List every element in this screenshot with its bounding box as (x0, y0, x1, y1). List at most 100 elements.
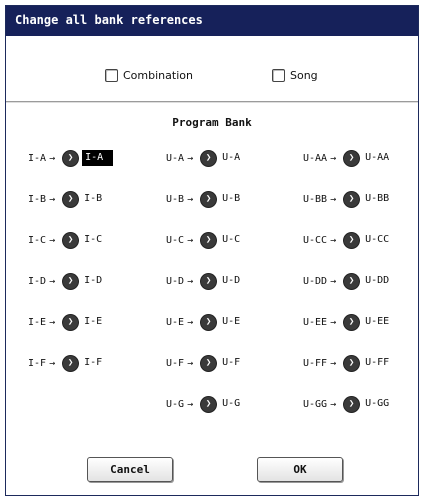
destination-bank-select[interactable]: I-E (82, 314, 104, 330)
source-bank-label: U-D (166, 275, 185, 287)
destination-bank-select[interactable]: U-GG (363, 396, 391, 412)
arrow-right-icon: → (49, 234, 56, 246)
source-bank-label: I-F (28, 357, 47, 369)
bank-mapping-row: U-A → ❯ U-A (166, 149, 242, 167)
chevron-right-icon[interactable]: ❯ (344, 232, 360, 248)
destination-bank-select[interactable]: I-D (82, 273, 104, 289)
chevron-right-icon[interactable]: ❯ (201, 314, 217, 330)
options-row: Combination Song (6, 66, 418, 84)
chevron-right-icon[interactable]: ❯ (201, 150, 217, 166)
source-bank-label: U-BB (303, 193, 328, 205)
bank-mapping-row: U-DD → ❯ U-DD (303, 272, 391, 290)
bank-mapping-row: U-G → ❯ U-G (166, 395, 242, 413)
combination-checkbox-box[interactable] (105, 68, 118, 82)
combination-label: Combination (123, 68, 193, 82)
arrow-right-icon: → (330, 152, 337, 164)
arrow-right-icon: → (330, 234, 337, 246)
source-bank-label: U-EE (303, 316, 328, 328)
destination-bank-select[interactable]: I-F (82, 355, 104, 371)
destination-bank-select[interactable]: U-E (220, 314, 242, 330)
bank-mapping-row: U-E → ❯ U-E (166, 313, 242, 331)
destination-bank-select[interactable]: I-B (82, 191, 104, 207)
bank-mapping-row: U-D → ❯ U-D (166, 272, 242, 290)
bank-mapping-row: U-FF → ❯ U-FF (303, 354, 391, 372)
chevron-right-icon[interactable]: ❯ (63, 191, 79, 207)
dialog-title: Change all bank references (6, 6, 418, 36)
chevron-right-icon[interactable]: ❯ (344, 150, 360, 166)
combination-checkbox[interactable]: Combination (105, 66, 193, 84)
destination-bank-select[interactable]: U-FF (363, 355, 391, 371)
source-bank-label: U-G (166, 398, 185, 410)
source-bank-label: I-E (28, 316, 47, 328)
arrow-right-icon: → (49, 275, 56, 287)
arrow-right-icon: → (330, 316, 337, 328)
source-bank-label: I-C (28, 234, 47, 246)
chevron-right-icon[interactable]: ❯ (344, 355, 360, 371)
arrow-right-icon: → (187, 234, 194, 246)
chevron-right-icon[interactable]: ❯ (201, 273, 217, 289)
arrow-right-icon: → (330, 357, 337, 369)
destination-bank-select[interactable]: U-D (220, 273, 242, 289)
arrow-right-icon: → (49, 316, 56, 328)
chevron-right-icon[interactable]: ❯ (201, 355, 217, 371)
source-bank-label: U-FF (303, 357, 328, 369)
chevron-right-icon[interactable]: ❯ (201, 191, 217, 207)
ok-button[interactable]: OK (257, 457, 343, 482)
destination-bank-select[interactable]: I-A (82, 150, 114, 166)
cancel-button[interactable]: Cancel (87, 457, 173, 482)
arrow-right-icon: → (330, 398, 337, 410)
source-bank-label: U-F (166, 357, 185, 369)
song-checkbox-box[interactable] (272, 68, 285, 82)
bank-mapping-row: I-B → ❯ I-B (28, 190, 104, 208)
destination-bank-select[interactable]: U-DD (363, 273, 391, 289)
destination-bank-select[interactable]: U-G (220, 396, 242, 412)
chevron-right-icon[interactable]: ❯ (63, 150, 79, 166)
source-bank-label: U-CC (303, 234, 328, 246)
bank-mapping-row: I-A → ❯ I-A (28, 149, 114, 167)
chevron-right-icon[interactable]: ❯ (201, 232, 217, 248)
arrow-right-icon: → (49, 357, 56, 369)
chevron-right-icon[interactable]: ❯ (63, 314, 79, 330)
source-bank-label: I-D (28, 275, 47, 287)
chevron-right-icon[interactable]: ❯ (344, 314, 360, 330)
destination-bank-select[interactable]: U-F (220, 355, 242, 371)
song-checkbox[interactable]: Song (272, 66, 318, 84)
arrow-right-icon: → (187, 275, 194, 287)
arrow-right-icon: → (49, 193, 56, 205)
chevron-right-icon[interactable]: ❯ (63, 355, 79, 371)
bank-mapping-row: U-CC → ❯ U-CC (303, 231, 391, 249)
destination-bank-select[interactable]: I-C (82, 232, 104, 248)
destination-bank-select[interactable]: U-B (220, 191, 242, 207)
bank-mapping-row: U-B → ❯ U-B (166, 190, 242, 208)
destination-bank-select[interactable]: U-BB (363, 191, 391, 207)
destination-bank-select[interactable]: U-CC (363, 232, 391, 248)
bank-mapping-row: I-F → ❯ I-F (28, 354, 104, 372)
chevron-right-icon[interactable]: ❯ (63, 273, 79, 289)
chevron-right-icon[interactable]: ❯ (344, 273, 360, 289)
chevron-right-icon[interactable]: ❯ (201, 396, 217, 412)
bank-mapping-row: U-AA → ❯ U-AA (303, 149, 391, 167)
chevron-right-icon[interactable]: ❯ (63, 232, 79, 248)
arrow-right-icon: → (187, 193, 194, 205)
source-bank-label: U-B (166, 193, 185, 205)
arrow-right-icon: → (187, 316, 194, 328)
bank-mapping-row: U-EE → ❯ U-EE (303, 313, 391, 331)
source-bank-label: I-A (28, 152, 47, 164)
chevron-right-icon[interactable]: ❯ (344, 396, 360, 412)
source-bank-label: U-E (166, 316, 185, 328)
song-label: Song (290, 68, 318, 82)
destination-bank-select[interactable]: U-C (220, 232, 242, 248)
bank-mapping-row: I-C → ❯ I-C (28, 231, 104, 249)
source-bank-label: U-GG (303, 398, 328, 410)
chevron-right-icon[interactable]: ❯ (344, 191, 360, 207)
destination-bank-select[interactable]: U-AA (363, 150, 391, 166)
bank-mapping-row: U-F → ❯ U-F (166, 354, 242, 372)
arrow-right-icon: → (187, 398, 194, 410)
bank-mapping-row: U-GG → ❯ U-GG (303, 395, 391, 413)
source-bank-label: I-B (28, 193, 47, 205)
arrow-right-icon: → (187, 152, 194, 164)
change-bank-references-dialog: Change all bank references Combination S… (5, 5, 419, 496)
source-bank-label: U-AA (303, 152, 328, 164)
destination-bank-select[interactable]: U-A (220, 150, 242, 166)
destination-bank-select[interactable]: U-EE (363, 314, 391, 330)
